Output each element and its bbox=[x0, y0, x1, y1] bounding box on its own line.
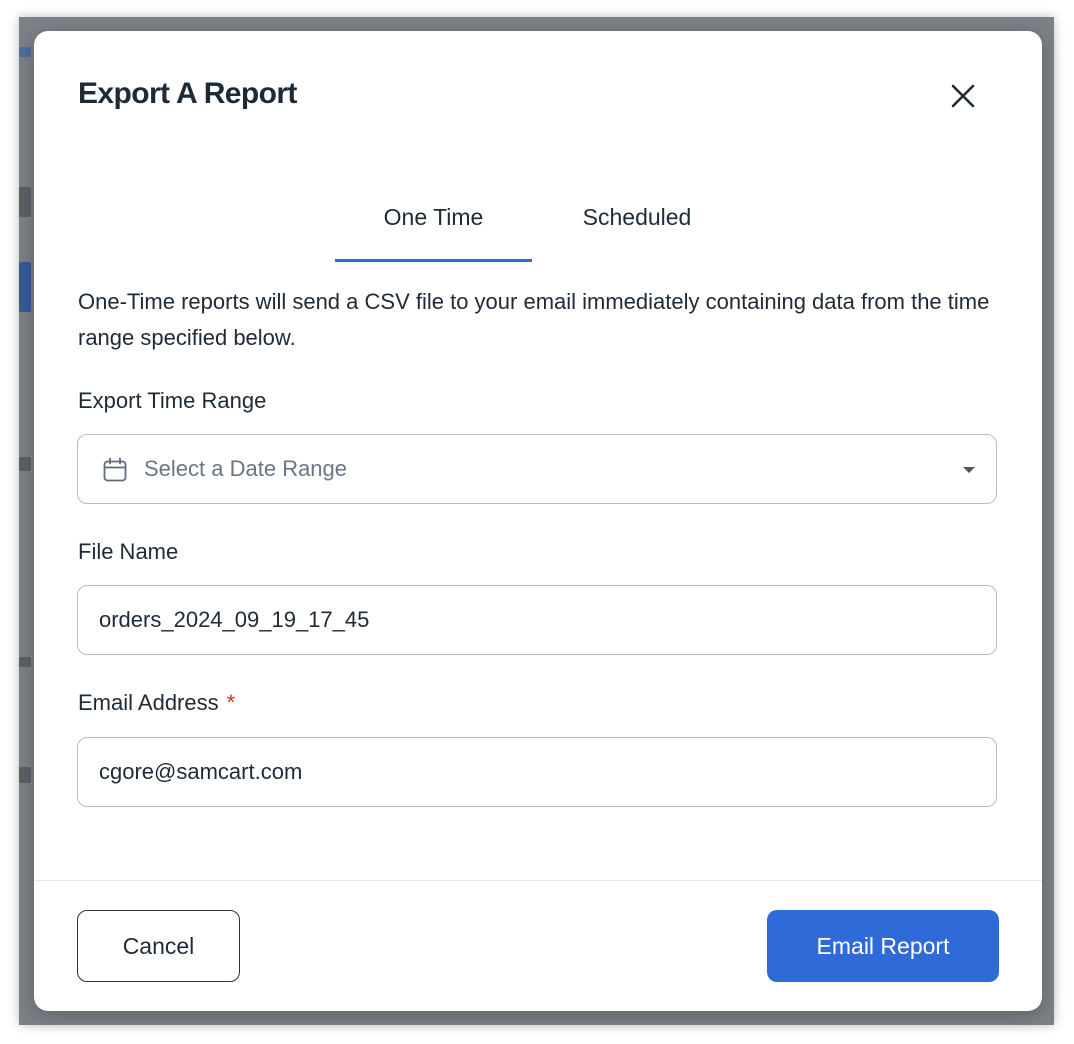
file-name-field-wrapper bbox=[77, 585, 997, 655]
close-button[interactable] bbox=[946, 79, 980, 113]
file-name-input[interactable] bbox=[99, 586, 969, 654]
date-range-placeholder: Select a Date Range bbox=[144, 456, 348, 481]
tab-scheduled[interactable]: Scheduled bbox=[555, 191, 719, 259]
email-label-text: Email Address bbox=[78, 690, 219, 715]
calendar-icon bbox=[103, 457, 127, 482]
email-field-wrapper bbox=[77, 737, 997, 807]
cancel-button[interactable]: Cancel bbox=[77, 910, 240, 982]
email-report-button[interactable]: Email Report bbox=[767, 910, 999, 982]
email-label: Email Address * bbox=[78, 690, 235, 716]
description-text: One-Time reports will send a CSV file to… bbox=[78, 289, 990, 350]
tab-one-time[interactable]: One Time bbox=[335, 191, 532, 262]
export-report-dialog: Export A Report One Time Scheduled One-T… bbox=[34, 31, 1042, 1011]
footer-divider bbox=[34, 880, 1042, 881]
caret-down-icon bbox=[963, 467, 975, 473]
background-page bbox=[19, 17, 34, 1025]
required-asterisk: * bbox=[226, 690, 236, 715]
time-range-label: Export Time Range bbox=[78, 388, 267, 413]
date-range-select[interactable]: Select a Date Range bbox=[77, 434, 997, 504]
dialog-title: Export A Report bbox=[78, 77, 297, 110]
close-icon bbox=[951, 84, 975, 108]
file-name-label: File Name bbox=[78, 539, 179, 564]
email-input[interactable] bbox=[99, 738, 969, 806]
